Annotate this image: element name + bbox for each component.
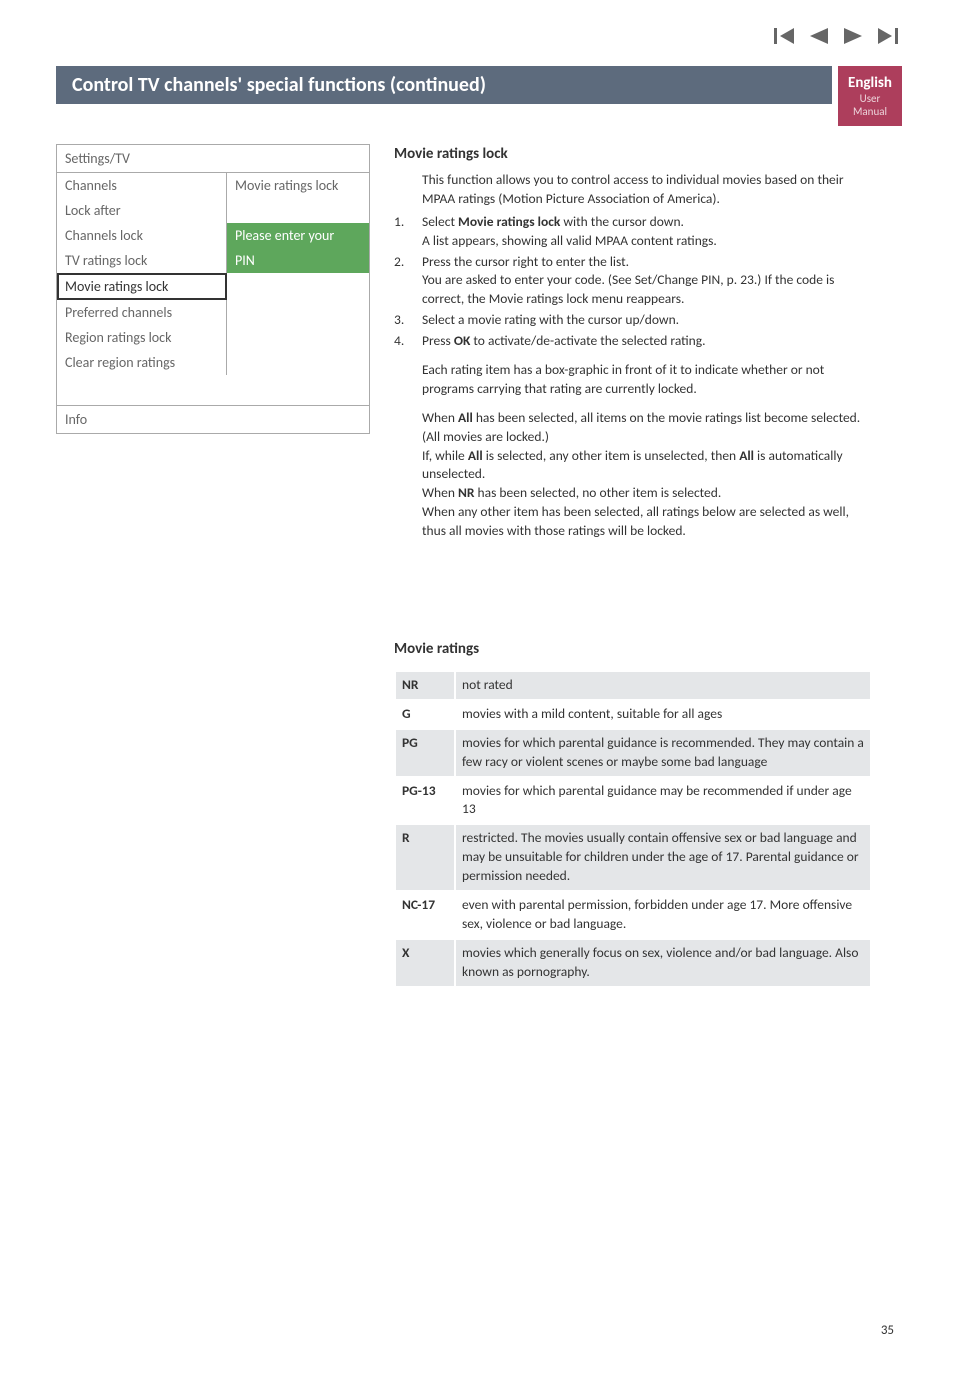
settings-row-right	[227, 350, 369, 375]
rating-desc: movies for which parental guidance may b…	[456, 778, 870, 824]
language-name: English	[842, 74, 898, 92]
first-icon[interactable]	[774, 28, 794, 44]
settings-row[interactable]: ChannelsMovie ratings lock	[57, 173, 369, 198]
section-heading: Movie ratings lock	[394, 144, 872, 165]
settings-row[interactable]: Movie ratings lock	[57, 273, 369, 300]
ratings-table: NRnot ratedGmovies with a mild content, …	[394, 670, 872, 988]
settings-row[interactable]: Preferred channels	[57, 300, 369, 325]
rating-desc: even with parental permission, forbidden…	[456, 892, 870, 938]
settings-row-right	[227, 300, 369, 325]
settings-header: Settings/TV	[57, 145, 369, 173]
settings-row-right: Please enter your	[227, 223, 369, 248]
ratings-row: NRnot rated	[396, 672, 870, 699]
rating-code: NC-17	[396, 892, 454, 938]
settings-info: Info	[57, 405, 369, 433]
settings-row-left: Region ratings lock	[57, 325, 227, 350]
settings-row-right: PIN	[227, 248, 369, 273]
rating-desc: movies with a mild content, suitable for…	[456, 701, 870, 728]
settings-row[interactable]: Channels lockPlease enter your	[57, 223, 369, 248]
settings-row-left: Channels lock	[57, 223, 227, 248]
settings-panel: Settings/TV ChannelsMovie ratings lockLo…	[56, 144, 370, 434]
rating-code: NR	[396, 672, 454, 699]
rating-code: PG-13	[396, 778, 454, 824]
step-item: 3.Select a movie rating with the cursor …	[394, 311, 872, 330]
next-icon[interactable]	[844, 28, 862, 44]
settings-row-left: TV ratings lock	[57, 248, 227, 273]
settings-row-right	[227, 198, 369, 223]
note-paragraph: When All has been selected, all items on…	[394, 409, 872, 541]
step-number: 3.	[394, 311, 404, 330]
settings-row-left: Clear region ratings	[57, 350, 227, 375]
last-icon[interactable]	[878, 28, 898, 44]
settings-row[interactable]: Clear region ratings	[57, 350, 369, 375]
step-number: 2.	[394, 253, 404, 272]
settings-row-right	[227, 325, 369, 350]
settings-row[interactable]: TV ratings lockPIN	[57, 248, 369, 273]
step-number: 4.	[394, 332, 404, 351]
rating-desc: movies for which parental guidance is re…	[456, 730, 870, 776]
page-number: 35	[881, 1323, 894, 1338]
ratings-row: Xmovies which generally focus on sex, vi…	[396, 940, 870, 986]
nav-icons	[774, 28, 898, 44]
rating-desc: movies which generally focus on sex, vio…	[456, 940, 870, 986]
step-item: 4.Press OK to activate/de-activate the s…	[394, 332, 872, 351]
ratings-row: Rrestricted. The movies usually contain …	[396, 825, 870, 890]
settings-row-left: Channels	[57, 173, 227, 198]
ratings-section: Movie ratings NRnot ratedGmovies with a …	[394, 640, 872, 988]
step-item: 1.Select Movie ratings lock with the cur…	[394, 213, 872, 251]
settings-row[interactable]: Region ratings lock	[57, 325, 369, 350]
settings-row-right	[227, 273, 369, 300]
prev-icon[interactable]	[810, 28, 828, 44]
ratings-row: Gmovies with a mild content, suitable fo…	[396, 701, 870, 728]
note-paragraph: Each rating item has a box-graphic in fr…	[394, 361, 872, 399]
title-bar: Control TV channels' special functions (…	[56, 66, 832, 104]
manual-label: User Manual	[842, 92, 898, 118]
rating-desc: restricted. The movies usually contain o…	[456, 825, 870, 890]
rating-code: PG	[396, 730, 454, 776]
ratings-row: PGmovies for which parental guidance is …	[396, 730, 870, 776]
step-item: 2.Press the cursor right to enter the li…	[394, 253, 872, 310]
rating-desc: not rated	[456, 672, 870, 699]
rating-code: G	[396, 701, 454, 728]
ratings-row: PG-13movies for which parental guidance …	[396, 778, 870, 824]
settings-row-left: Preferred channels	[57, 300, 227, 325]
settings-row-left: Movie ratings lock	[57, 273, 227, 300]
settings-row-left: Lock after	[57, 198, 227, 223]
steps-list: 1.Select Movie ratings lock with the cur…	[394, 213, 872, 351]
intro-text: This function allows you to control acce…	[394, 171, 872, 209]
main-content: Movie ratings lock This function allows …	[394, 144, 872, 541]
rating-code: X	[396, 940, 454, 986]
rating-code: R	[396, 825, 454, 890]
step-number: 1.	[394, 213, 404, 232]
ratings-heading: Movie ratings	[394, 640, 872, 658]
settings-row-right: Movie ratings lock	[227, 173, 369, 198]
settings-row[interactable]: Lock after	[57, 198, 369, 223]
ratings-row: NC-17even with parental permission, forb…	[396, 892, 870, 938]
sidebar-language-label: English User Manual	[838, 66, 902, 126]
